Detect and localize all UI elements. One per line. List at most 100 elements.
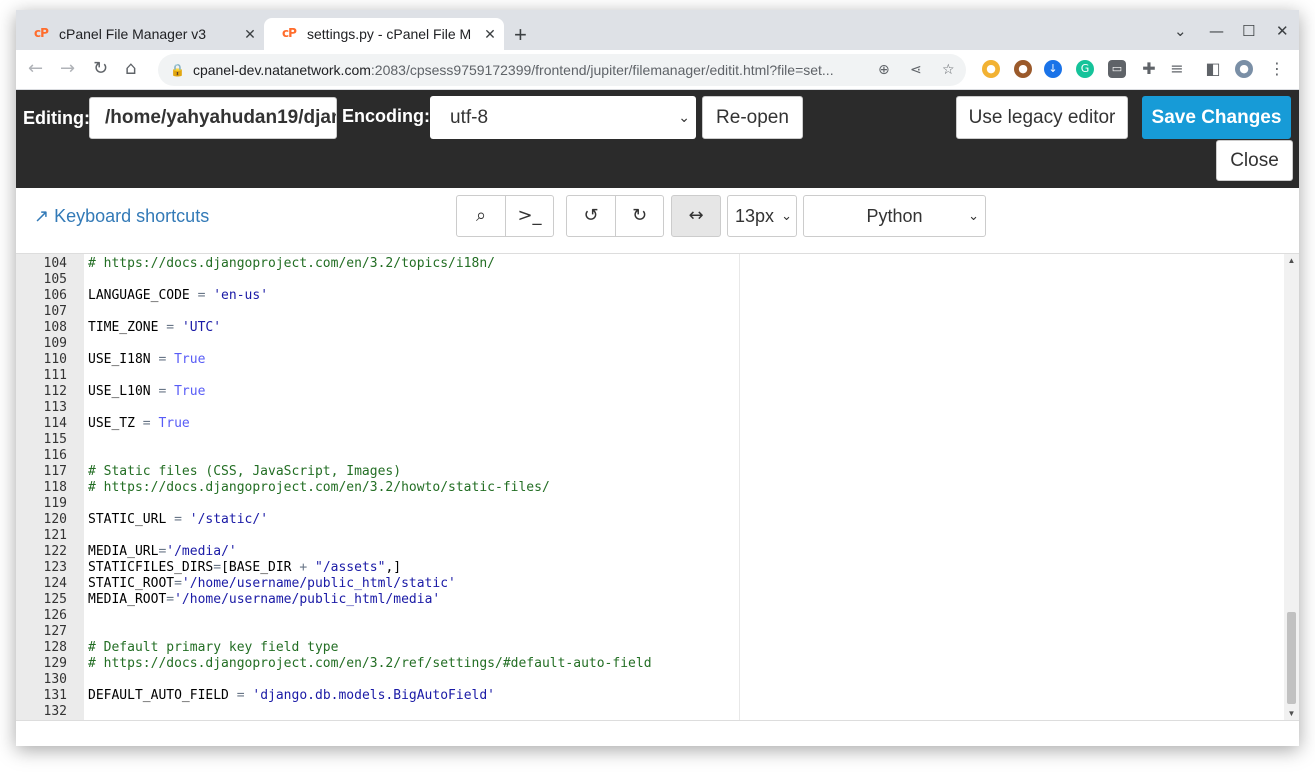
code-line[interactable]: 125 MEDIA_ROOT='/home/username/public_htm… [16,592,1284,608]
keyboard-shortcuts-link[interactable]: ↗ Keyboard shortcuts [34,206,209,227]
window-close-icon[interactable]: ✕ [1276,22,1289,40]
code-line[interactable]: 118 # https://docs.djangoproject.com/en/3… [16,480,1284,496]
code-line[interactable]: 124 STATIC_ROOT='/home/username/public_ht… [16,576,1284,592]
share-icon[interactable]: ⋖ [910,62,922,78]
code-line[interactable]: 128 # Default primary key field type [16,640,1284,656]
code-token: [BASE_DIR [221,560,300,575]
file-path-field[interactable]: /home/yahyahudan19/django [89,97,337,139]
line-number: 124 [43,576,67,591]
scroll-up-arrow-icon[interactable]: ▲ [1284,256,1299,265]
code-line[interactable]: 116 [16,448,1284,464]
encoding-select[interactable]: utf-8 ⌄ [430,96,696,139]
code-line[interactable]: 117 # Static files (CSS, JavaScript, Imag… [16,464,1284,480]
line-number: 114 [43,416,67,431]
profile-avatar[interactable]: ● [1235,60,1253,78]
side-panel-icon[interactable]: ◧ [1204,60,1222,78]
zoom-icon[interactable]: ⊕ [878,62,890,78]
code-line[interactable]: 115 [16,432,1284,448]
browser-menu-icon[interactable]: ⋮ [1268,60,1286,78]
line-number: 110 [43,352,67,367]
font-size-value: 13px [735,206,775,226]
reopen-button[interactable]: Re-open [702,96,803,139]
code-line[interactable]: 104 # https://docs.djangoproject.com/en/3… [16,256,1284,272]
goto-line-terminal-icon[interactable]: >_ [505,196,553,236]
line-number: 116 [43,448,67,463]
code-line[interactable]: 108 TIME_ZONE = 'UTC' [16,320,1284,336]
media-control-icon[interactable]: ≡ [1168,60,1186,78]
tab-close-icon[interactable]: ✕ [476,26,504,43]
code-token: # https://docs.djangoproject.com/en/3.2/… [88,480,550,495]
reload-icon[interactable]: ↻ [93,58,108,79]
code-line[interactable]: 119 [16,496,1284,512]
line-number: 112 [43,384,67,399]
wrap-toggle-arrows-icon[interactable]: ↔ [672,196,720,236]
scroll-down-arrow-icon[interactable]: ▼ [1284,709,1299,718]
code-line[interactable]: 114 USE_TZ = True [16,416,1284,432]
code-token: + [299,560,308,575]
undo-icon[interactable]: ↺ [567,196,615,236]
browser-window: cP cPanel File Manager v3 ✕ cP settings.… [16,10,1299,746]
use-legacy-editor-button[interactable]: Use legacy editor [956,96,1128,139]
line-number: 115 [43,432,67,447]
save-changes-button[interactable]: Save Changes [1142,96,1291,139]
bee-extension-icon[interactable]: ● [982,60,1000,78]
address-bar[interactable]: 🔒 cpanel-dev.natanetwork.com:2083/cpsess… [158,54,966,86]
home-icon[interactable]: ⌂ [125,58,136,79]
code-line[interactable]: 110 USE_I18N = True [16,352,1284,368]
cookie-extension-icon[interactable]: ● [1014,60,1032,78]
language-select[interactable]: Python ⌄ [803,195,986,237]
code-editor[interactable]: 104 # https://docs.djangoproject.com/en/3… [16,254,1299,720]
back-arrow-icon[interactable]: ← [28,58,43,79]
code-line[interactable]: 131 DEFAULT_AUTO_FIELD = 'django.db.model… [16,688,1284,704]
code-line[interactable]: 126 [16,608,1284,624]
code-line[interactable]: 129 # https://docs.djangoproject.com/en/3… [16,656,1284,672]
lock-icon[interactable]: 🔒 [170,63,185,77]
code-line[interactable]: 107 [16,304,1284,320]
extensions-puzzle-icon[interactable]: ✚ [1140,60,1158,78]
scrollbar-thumb[interactable] [1287,612,1296,704]
code-line[interactable]: 132 [16,704,1284,720]
tab-close-icon[interactable]: ✕ [236,26,264,43]
font-size-select[interactable]: 13px ⌄ [727,195,797,237]
code-line[interactable]: 123 STATICFILES_DIRS=[BASE_DIR + "/assets… [16,560,1284,576]
chat-extension-icon[interactable]: ▭ [1108,60,1126,78]
code-line[interactable]: 113 [16,400,1284,416]
code-line[interactable]: 109 [16,336,1284,352]
code-text: # https://docs.djangoproject.com/en/3.2/… [88,256,495,272]
bookmark-star-icon[interactable]: ☆ [942,62,955,78]
tab-file-manager[interactable]: cP cPanel File Manager v3 ✕ [16,18,264,50]
maximize-icon[interactable]: ☐ [1242,22,1255,40]
minimize-icon[interactable]: — [1209,22,1224,40]
code-text: TIME_ZONE = 'UTC' [88,320,221,336]
code-line[interactable]: 112 USE_L10N = True [16,384,1284,400]
forward-arrow-icon[interactable]: → [60,58,75,79]
chevron-down-icon: ⌄ [678,109,690,125]
tab-settings-py[interactable]: cP settings.py - cPanel File M ✕ [264,18,504,50]
redo-icon[interactable]: ↻ [615,196,663,236]
code-token: '/home/username/public_html/media' [174,592,441,607]
code-line[interactable]: 130 [16,672,1284,688]
vertical-scrollbar[interactable]: ▲ ▼ [1284,254,1299,720]
grammarly-extension-icon[interactable]: G [1076,60,1094,78]
code-line[interactable]: 111 [16,368,1284,384]
line-number: 131 [43,688,67,703]
code-line[interactable]: 121 [16,528,1284,544]
code-line[interactable]: 122 MEDIA_URL='/media/' [16,544,1284,560]
search-icon[interactable]: ⌕ [457,196,505,236]
code-line[interactable]: 106 LANGUAGE_CODE = 'en-us' [16,288,1284,304]
code-line[interactable]: 127 [16,624,1284,640]
code-text: # Default primary key field type [88,640,338,656]
code-line[interactable]: 105 [16,272,1284,288]
new-tab-button[interactable]: + [514,22,527,48]
line-number: 123 [43,560,67,575]
tab-search-chevron-icon[interactable]: ⌄ [1174,22,1187,40]
code-line[interactable]: 120 STATIC_URL = '/static/' [16,512,1284,528]
cloud-download-extension-icon[interactable]: ↓ [1044,60,1062,78]
close-button[interactable]: Close [1216,140,1293,181]
code-token: ,] [385,560,402,575]
line-number: 104 [43,256,67,271]
line-number: 125 [43,592,67,607]
code-token: = [213,560,222,575]
